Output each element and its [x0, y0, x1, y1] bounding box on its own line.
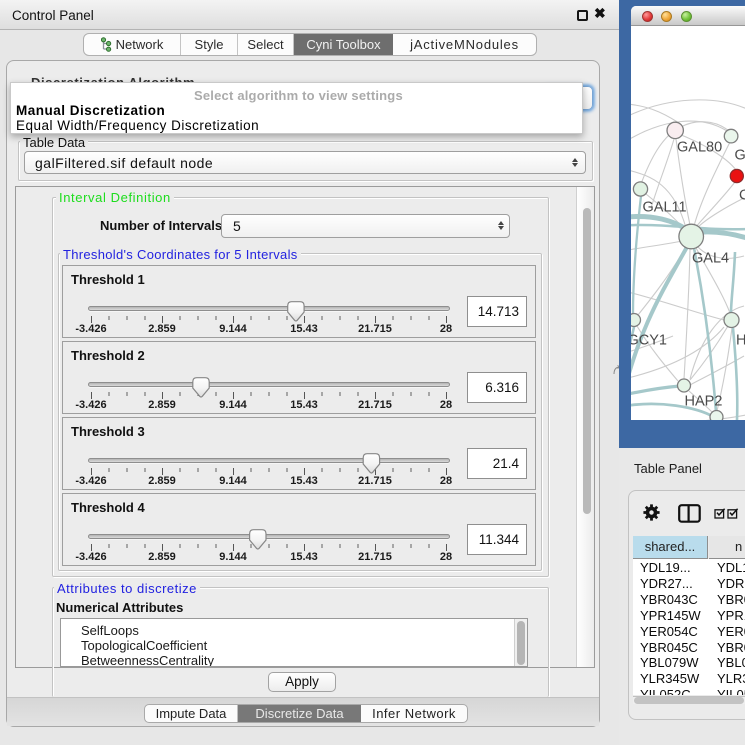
- svg-text:GAL80: GAL80: [677, 140, 722, 156]
- svg-text:GCY1: GCY1: [631, 333, 667, 349]
- svg-text:GAL11: GAL11: [643, 200, 687, 216]
- svg-text:CY: CY: [739, 188, 745, 204]
- svg-text:GAL: GAL: [735, 148, 745, 164]
- svg-text:GAL4: GAL4: [692, 251, 729, 267]
- svg-text:HA: HA: [736, 333, 745, 349]
- svg-text:HAP2: HAP2: [685, 394, 723, 410]
